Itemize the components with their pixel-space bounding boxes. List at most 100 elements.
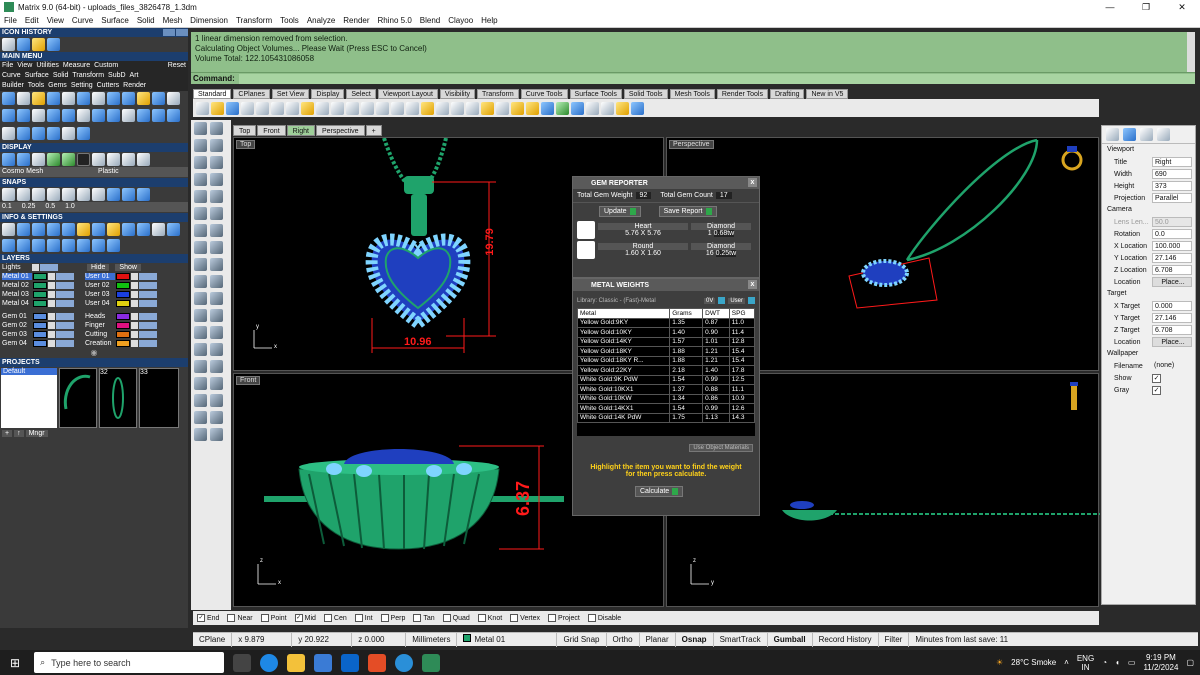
language-indicator[interactable]: ENG IN	[1077, 654, 1094, 672]
camera-place-button[interactable]: Place...	[1152, 277, 1192, 287]
info-tool-icon[interactable]	[77, 239, 90, 252]
builder-tool-icon[interactable]	[137, 92, 150, 105]
menu-file[interactable]: File	[0, 16, 21, 25]
mesh-icon[interactable]	[210, 258, 223, 271]
offset-icon[interactable]	[194, 207, 207, 220]
prop-value[interactable]: 100.000	[1152, 241, 1192, 251]
mngr-button[interactable]: Mngr	[25, 430, 48, 437]
menu-clayoo[interactable]: Clayoo	[444, 16, 477, 25]
help-tab-icon[interactable]	[1157, 128, 1170, 141]
rectangle-icon[interactable]	[210, 173, 223, 186]
array-icon[interactable]	[210, 309, 223, 322]
display-mode-icon[interactable]	[122, 153, 135, 166]
project-default[interactable]: Default	[1, 368, 57, 375]
tab-select[interactable]: Select	[346, 89, 376, 99]
info-tool-icon[interactable]	[17, 239, 30, 252]
prop-value[interactable]: 690	[1152, 169, 1192, 179]
builder-tool-icon[interactable]	[47, 92, 60, 105]
boolean-icon[interactable]	[194, 258, 207, 271]
lock-icon[interactable]	[48, 273, 55, 280]
cplane-icon[interactable]	[436, 101, 449, 115]
menu-surface[interactable]: Surface	[97, 16, 133, 25]
prop-value[interactable]: 27.146	[1152, 313, 1192, 323]
project-thumbnail[interactable]: 33	[139, 368, 179, 428]
mm-subd[interactable]: SubD	[108, 71, 126, 81]
menu-tools[interactable]: Tools	[276, 16, 303, 25]
status-planar[interactable]: Planar	[640, 632, 676, 647]
tab-mesh-tools[interactable]: Mesh Tools	[669, 89, 715, 99]
builder-tool-icon[interactable]	[2, 92, 15, 105]
osnap-near[interactable]: Near	[227, 614, 253, 622]
prop-value[interactable]: 27.146	[1152, 253, 1192, 263]
show-button[interactable]: Show	[115, 264, 141, 271]
paste-icon[interactable]	[286, 101, 299, 115]
prop-value[interactable]: 0.000	[1152, 301, 1192, 311]
prop-value[interactable]: 373	[1152, 181, 1192, 191]
menu-curve[interactable]: Curve	[68, 16, 97, 25]
weather-text[interactable]: 28°C Smoke	[1011, 658, 1056, 667]
snap-value[interactable]: 0.1	[2, 202, 12, 212]
dim-front-height-label[interactable]: 6.37	[513, 481, 534, 516]
prop-value[interactable]: 6.708	[1152, 265, 1192, 275]
layer-color-swatch[interactable]	[116, 331, 130, 338]
scale-icon[interactable]	[210, 292, 223, 305]
prop-value[interactable]: 6.708	[1152, 325, 1192, 335]
dimension-icon[interactable]	[194, 377, 207, 390]
zoom-extents-icon[interactable]	[376, 101, 389, 115]
command-input[interactable]	[238, 73, 1195, 84]
properties-icon[interactable]	[511, 101, 524, 115]
osnap-disable[interactable]: Disable	[587, 614, 621, 622]
group-icon[interactable]	[194, 360, 207, 373]
mm-custom[interactable]: Custom	[94, 61, 118, 71]
tab-surface-tools[interactable]: Surface Tools	[569, 89, 622, 99]
gray-checkbox[interactable]: ✓	[1152, 385, 1161, 395]
builder-tool-icon[interactable]	[92, 92, 105, 105]
osnap-point[interactable]: Point	[260, 614, 287, 622]
info-tool-icon[interactable]	[47, 239, 60, 252]
back-icon[interactable]	[163, 29, 175, 36]
builder-tool-icon[interactable]	[107, 109, 120, 123]
grid-icon[interactable]	[421, 101, 434, 115]
layer-color-swatch[interactable]	[116, 291, 130, 298]
projection-select[interactable]: Parallel	[1152, 193, 1192, 203]
builder-tool-icon[interactable]	[17, 109, 30, 123]
tab-new-in-v5[interactable]: New in V5	[806, 89, 849, 99]
display-mode-icon[interactable]	[32, 153, 45, 166]
osnap-mid[interactable]: ✓ Mid	[294, 614, 316, 622]
calculate-button[interactable]: Calculate	[635, 486, 684, 497]
split-icon[interactable]	[210, 343, 223, 356]
menu-solid[interactable]: Solid	[133, 16, 159, 25]
zoom-selected-icon[interactable]	[391, 101, 404, 115]
open-folder-icon[interactable]	[211, 101, 224, 115]
info-tool-icon[interactable]	[2, 239, 15, 252]
status-smarttrack[interactable]: SmartTrack	[714, 632, 768, 647]
lock-icon[interactable]	[48, 340, 55, 347]
join-icon[interactable]	[194, 326, 207, 339]
volume-icon[interactable]: ◖	[1115, 658, 1120, 667]
menu-dimension[interactable]: Dimension	[186, 16, 232, 25]
builder-tool-icon[interactable]	[122, 92, 135, 105]
notification-icon[interactable]: ▢	[1186, 658, 1194, 667]
lock-icon[interactable]	[48, 300, 55, 307]
copy-icon[interactable]	[256, 101, 269, 115]
windows-start-icon[interactable]: ⊞	[10, 656, 20, 670]
history-tool-icon[interactable]	[2, 38, 15, 51]
builder-tool-icon[interactable]	[17, 92, 30, 105]
task-view-icon[interactable]	[233, 653, 252, 672]
pen-icon[interactable]	[194, 428, 207, 441]
layer-color-swatch[interactable]	[33, 331, 47, 338]
move-icon[interactable]	[194, 275, 207, 288]
layer-row[interactable]: Gem 03 Cutting	[0, 330, 188, 339]
info-tool-icon[interactable]	[92, 239, 105, 252]
snap-icon[interactable]	[137, 188, 150, 201]
snap-icon[interactable]	[47, 188, 60, 201]
info-tool-icon[interactable]	[77, 223, 90, 236]
history-tool-icon[interactable]	[47, 38, 60, 51]
menu-analyze[interactable]: Analyze	[303, 16, 339, 25]
osnap-tan[interactable]: Tan	[413, 614, 435, 622]
edge-icon[interactable]	[260, 653, 279, 672]
table-row[interactable]: White Gold:9K PdW 1.54 0.99 12.5	[577, 374, 755, 385]
render-icon[interactable]	[571, 101, 584, 115]
table-row[interactable]: Yellow Gold:18KY 1.88 1.21 15.4	[577, 346, 755, 357]
select-icon[interactable]	[451, 101, 464, 115]
